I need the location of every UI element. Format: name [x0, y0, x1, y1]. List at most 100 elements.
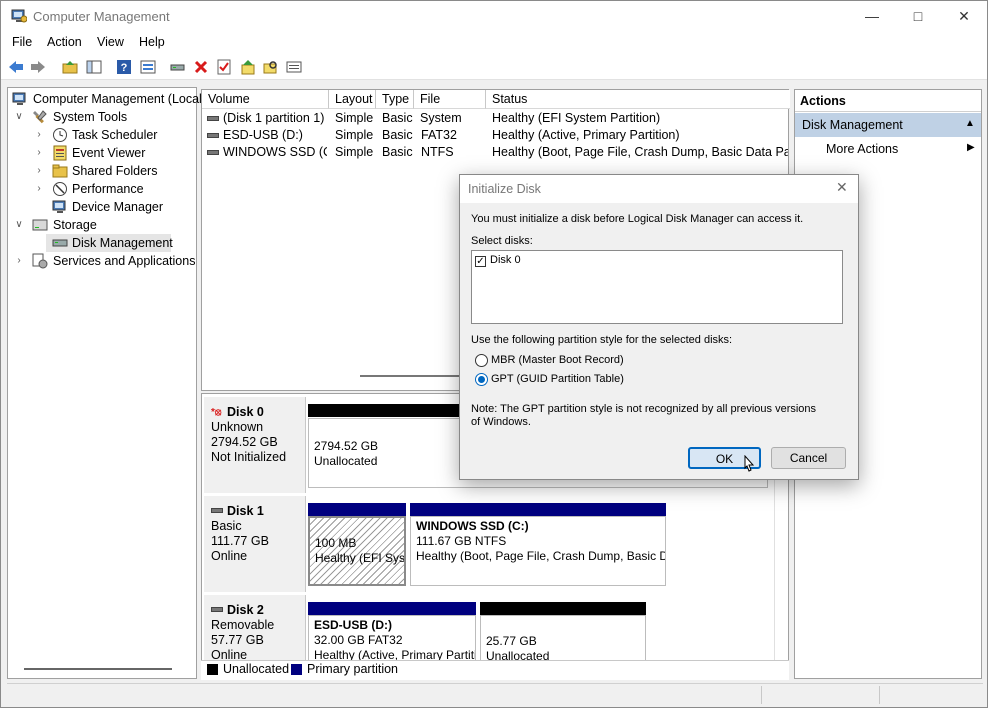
menu-help[interactable]: Help — [139, 35, 165, 49]
initialize-disk-dialog: Initialize Disk ✕ You must initialize a … — [459, 174, 859, 480]
disk2-size: 57.77 GB — [211, 633, 264, 647]
forward-arrow-icon[interactable] — [29, 58, 47, 76]
mbr-radio[interactable] — [475, 354, 488, 367]
volume-icon — [207, 150, 219, 155]
check-properties-icon[interactable] — [215, 58, 233, 76]
delete-icon[interactable] — [192, 58, 210, 76]
minimize-button[interactable]: — — [849, 1, 895, 32]
disk2-name: Disk 2 — [227, 603, 264, 617]
chevron-right-icon[interactable]: › — [34, 162, 44, 180]
chevron-right-icon[interactable]: › — [34, 144, 44, 162]
volume-name: ESD-USB (D:) — [223, 128, 303, 142]
list-view-icon[interactable] — [285, 58, 303, 76]
computer-management-icon — [11, 9, 28, 23]
disk1-status: Online — [211, 549, 248, 563]
column-header-status[interactable]: Status — [486, 90, 790, 109]
close-button[interactable]: ✕ — [941, 1, 987, 32]
mbr-label: MBR (Master Boot Record) — [491, 354, 624, 366]
submenu-arrow-icon: ▶ — [967, 142, 975, 153]
volume-icon — [207, 116, 219, 121]
dialog-close-icon[interactable]: ✕ — [836, 179, 848, 196]
partition-name: WINDOWS SSD (C:) — [416, 519, 529, 533]
legend: Unallocated Primary partition — [201, 660, 789, 680]
disk2-header: Disk 2 — [211, 603, 305, 618]
services-icon — [32, 253, 48, 269]
gpt-label: GPT (GUID Partition Table) — [491, 373, 624, 385]
tree-label: System Tools — [53, 110, 128, 124]
chevron-right-icon[interactable]: › — [14, 252, 24, 270]
volume-fs: NTFS — [421, 145, 454, 159]
disk0-type: Unknown — [211, 420, 264, 434]
disk-select-list[interactable]: ✓ Disk 0 — [471, 250, 843, 324]
up-folder-icon[interactable] — [61, 58, 79, 76]
connect-drive-icon[interactable] — [169, 58, 187, 76]
disk1-windows-partition[interactable]: WINDOWS SSD (C:) 111.67 GB NTFS Healthy … — [410, 516, 666, 586]
primary-partition-bar — [308, 602, 476, 615]
search-folder-icon[interactable] — [262, 58, 280, 76]
collapse-triangle-icon[interactable]: ▲ — [965, 118, 975, 129]
partition-size: 111.67 GB NTFS — [416, 534, 507, 548]
title-bar: Computer Management — □ ✕ — [1, 1, 987, 32]
tree-label: Storage — [53, 218, 97, 232]
tree-scrollbar[interactable] — [24, 668, 172, 670]
tree-label: Services and Applications — [53, 254, 196, 268]
mouse-cursor-icon — [744, 455, 755, 472]
disk1-info[interactable]: Disk 1 Basic 111.77 GB Online — [204, 496, 306, 592]
show-hide-tree-icon[interactable] — [85, 58, 103, 76]
dialog-intro-text: You must initialize a disk before Logica… — [471, 213, 804, 225]
legend-primary-label: Primary partition — [307, 662, 398, 676]
more-actions-item[interactable]: More Actions ▶ — [795, 139, 981, 159]
column-header-file-system[interactable]: File System — [414, 90, 486, 125]
gpt-note: Note: The GPT partition style is not rec… — [471, 403, 817, 428]
chevron-right-icon[interactable]: › — [34, 180, 44, 198]
disk-icon — [211, 508, 223, 513]
disk1-header: Disk 1 — [211, 504, 305, 519]
disk0-info[interactable]: *⦻ Disk 0 Unknown 2794.52 GB Not Initial… — [204, 397, 306, 493]
partition-size: 25.77 GB — [486, 634, 537, 648]
gpt-radio[interactable] — [475, 373, 488, 386]
table-row[interactable]: ESD-USB (D:) Simple Basic FAT32 Healthy … — [202, 127, 788, 144]
actions-header: Actions — [795, 90, 981, 112]
error-disk-icon: *⦻ — [211, 407, 222, 418]
legend-unallocated-label: Unallocated — [223, 662, 290, 676]
volume-fs: FAT32 — [421, 128, 457, 142]
volume-type: Basic — [382, 145, 413, 159]
properties-pane-icon[interactable] — [139, 58, 157, 76]
window-title: Computer Management — [33, 9, 170, 24]
partition-status: Healthy (Boot, Page File, Crash Dump, Ba… — [416, 549, 666, 563]
maximize-button[interactable]: □ — [895, 1, 941, 32]
back-arrow-icon[interactable] — [7, 58, 25, 76]
gpt-option[interactable]: GPT (GUID Partition Table) — [475, 372, 675, 388]
disk0-checkbox[interactable]: ✓ — [475, 256, 486, 267]
primary-partition-bar — [410, 503, 666, 516]
chevron-right-icon[interactable]: › — [34, 126, 44, 144]
tree-item-disk-management[interactable]: Disk Management — [46, 234, 173, 252]
disk-drive-icon — [52, 235, 68, 251]
table-row[interactable]: (Disk 1 partition 1) Simple Basic Health… — [202, 110, 788, 127]
column-header-layout[interactable]: Layout — [329, 90, 376, 109]
volume-layout: Simple — [335, 128, 374, 142]
column-header-type[interactable]: Type — [376, 90, 414, 109]
dialog-title-bar: Initialize Disk ✕ — [460, 175, 858, 203]
menu-file[interactable]: File — [12, 35, 32, 49]
menu-view[interactable]: View — [97, 35, 124, 49]
navigation-tree: Computer Management (Local ∨ System Tool… — [7, 87, 202, 679]
cancel-button[interactable]: Cancel — [771, 447, 846, 469]
partition-style-label: Use the following partition style for th… — [471, 334, 733, 346]
disk1-efi-partition[interactable]: 100 MB Healthy (EFI Syst — [308, 516, 406, 586]
actions-section-label: Disk Management — [802, 118, 903, 132]
disk0-header: *⦻ Disk 0 — [211, 405, 305, 420]
menu-action[interactable]: Action — [47, 35, 82, 49]
column-header-volume[interactable]: Volume — [202, 90, 329, 109]
help-icon[interactable]: ? — [115, 58, 133, 76]
export-icon[interactable] — [239, 58, 257, 76]
chevron-down-icon[interactable]: ∨ — [14, 216, 24, 234]
disk0-status: Not Initialized — [211, 450, 287, 464]
mbr-option[interactable]: MBR (Master Boot Record) — [475, 353, 675, 369]
table-row[interactable]: WINDOWS SSD (C:) Simple Basic NTFS Healt… — [202, 144, 788, 161]
chevron-down-icon[interactable]: ∨ — [14, 108, 24, 126]
partition-status: Healthy (EFI Syst — [315, 551, 406, 565]
more-actions-label: More Actions — [826, 142, 899, 156]
volume-name: (Disk 1 partition 1) — [223, 111, 325, 125]
actions-section-disk-management[interactable]: Disk Management ▲ — [795, 113, 981, 137]
